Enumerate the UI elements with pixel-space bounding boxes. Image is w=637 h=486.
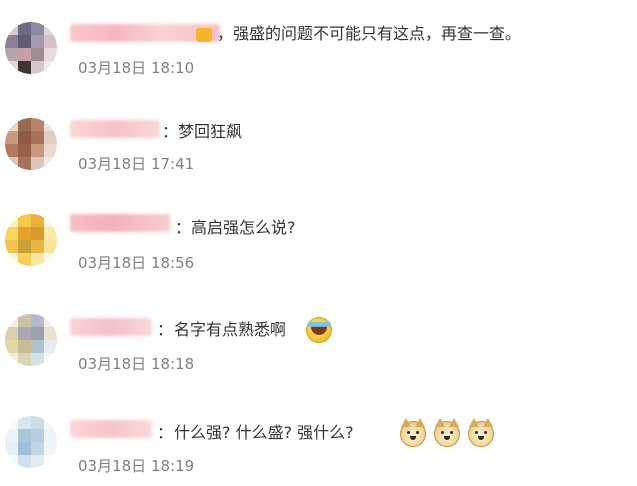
comment-text: 强盛的问题不可能只有这点，再查一查。 [233,24,522,43]
comment-text: 名字有点熟悉啊 [174,320,287,339]
username-blurred[interactable] [70,120,160,138]
comment-time: 03月18日 17:41 [78,155,195,173]
doge-emoji [400,421,426,447]
comment-separator: ： [162,122,179,141]
comment-time: 03月18日 18:19 [78,457,195,475]
avatar[interactable] [5,314,57,366]
comment-time: 03月18日 18:56 [78,254,195,272]
comment-text: 高启强怎么说? [191,218,296,237]
avatar[interactable] [5,118,57,170]
comment-separator: ： [175,218,192,237]
comment-item: ： 名字有点熟悉啊 03月18日 18:18 [0,288,637,384]
comment-item: ： 高启强怎么说? 03月18日 18:56 [0,192,637,288]
comment-text: 梦回狂飙 [178,122,243,141]
doge-emoji [434,421,460,447]
avatar[interactable] [5,416,57,468]
comment-item: ： 什么强? 什么盛? 强什么? 03月18日 18:19 [0,390,637,486]
comment-separator: ： [157,320,174,339]
avatar[interactable] [5,22,57,74]
doge-emoji [468,421,494,447]
comment-text: 什么强? 什么盛? 强什么? [174,423,354,442]
comment-separator: ， [217,24,234,43]
username-blurred[interactable] [70,214,170,232]
username-blurred[interactable] [70,318,152,336]
comment-time: 03月18日 18:18 [78,355,195,373]
username-blurred[interactable] [70,420,152,438]
comment-time: 03月18日 18:10 [78,59,195,77]
comment-item: ： 梦回狂飙 03月18日 17:41 [0,96,637,192]
comment-separator: ： [157,423,174,442]
avatar[interactable] [5,214,57,266]
crying-laughing-emoji [306,317,332,343]
comment-item: ， 强盛的问题不可能只有这点，再查一查。 03月18日 18:10 [0,0,637,96]
vip-badge-icon [196,28,212,42]
